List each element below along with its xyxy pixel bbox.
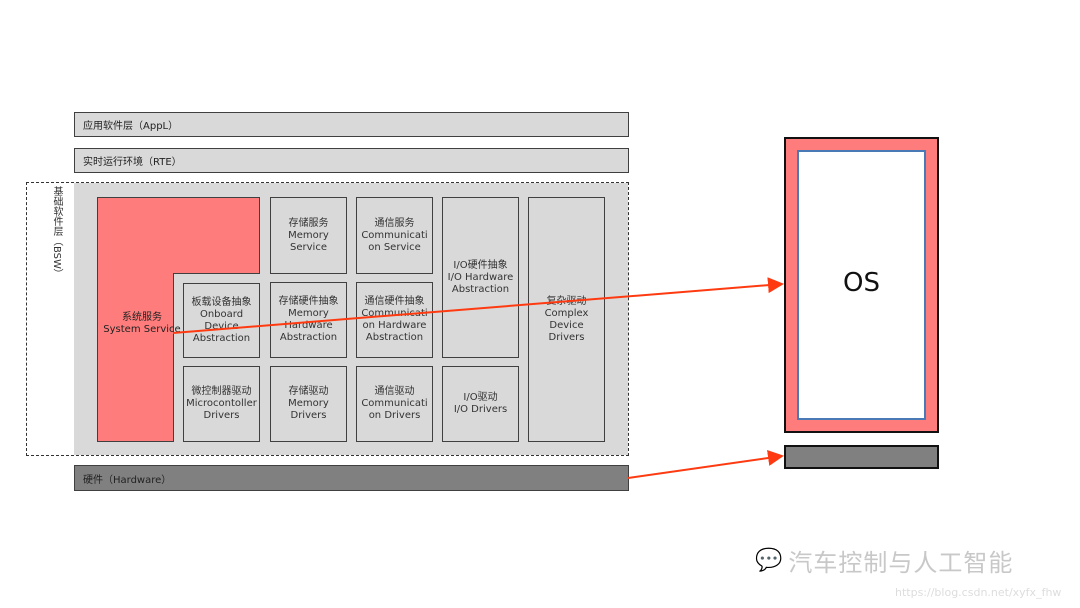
wechat-icon: 💬 <box>755 548 783 573</box>
watermark-title: 汽车控制与人工智能 <box>788 549 1014 577</box>
arrow-to-os <box>172 277 784 334</box>
arrow-to-hardware <box>627 450 784 479</box>
arrows <box>172 277 784 479</box>
watermark: 💬 汽车控制与人工智能 <box>755 543 1013 578</box>
watermark-url: https://blog.csdn.net/xyfx_fhw <box>895 586 1062 599</box>
